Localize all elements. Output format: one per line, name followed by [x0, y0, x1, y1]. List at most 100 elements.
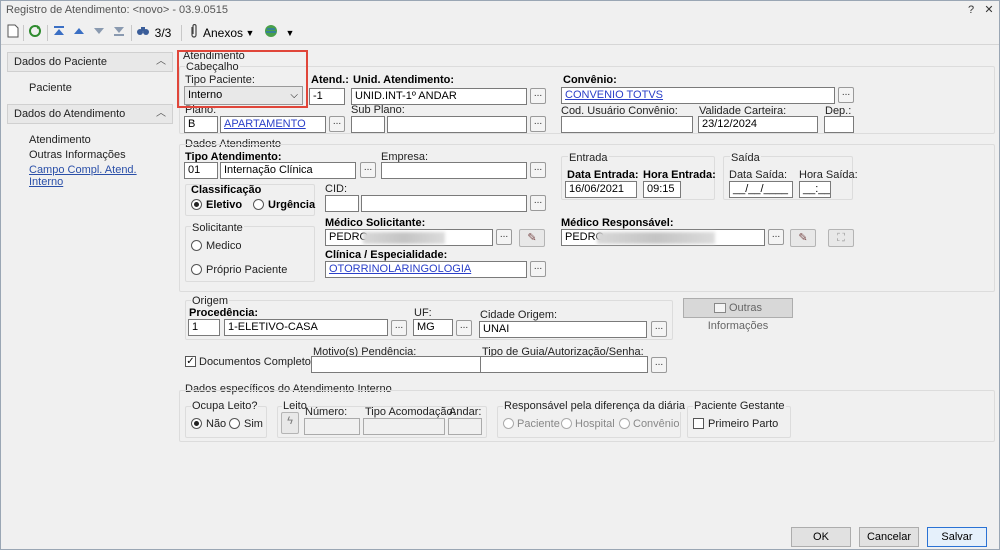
validade-field[interactable]: 23/12/2024 — [698, 116, 818, 133]
tipo-guia-field[interactable] — [480, 356, 648, 373]
globe-dropdown-icon[interactable]: ▼ — [285, 24, 295, 42]
plano-lookup-button[interactable]: ... — [329, 116, 345, 132]
empresa-lookup-button[interactable]: ... — [530, 162, 546, 178]
close-button[interactable]: ✕ — [981, 3, 997, 17]
convenio-lookup-button[interactable]: ... — [838, 87, 854, 103]
sub-plano-code-field[interactable] — [351, 116, 385, 133]
cancelar-button[interactable]: Cancelar — [859, 527, 919, 547]
anexos-button[interactable]: Anexos — [203, 24, 243, 42]
toolbar: 3/3 Anexos ▼ ▼ — [1, 21, 999, 45]
tipo-acomodacao-field[interactable] — [363, 418, 445, 435]
cod-usuario-field[interactable] — [561, 116, 693, 133]
redacted-name — [597, 232, 715, 244]
resp-convenio-radio[interactable] — [619, 418, 630, 429]
cidade-origem-field[interactable]: UNAI — [479, 321, 647, 338]
cid-field[interactable] — [361, 195, 527, 212]
empresa-field[interactable] — [381, 162, 527, 179]
plano-code-field[interactable]: B — [184, 116, 218, 133]
hora-entrada-field[interactable]: 09:15 — [643, 181, 681, 198]
data-saida-field[interactable]: __/__/____ — [729, 181, 793, 198]
sidebar-item-atendimento[interactable]: Atendimento — [29, 134, 91, 146]
urgencia-radio[interactable] — [253, 199, 264, 210]
eletivo-radio[interactable] — [191, 199, 202, 210]
next-record-icon[interactable] — [91, 24, 107, 42]
numero-field[interactable] — [304, 418, 360, 435]
unid-atendimento-label: Unid. Atendimento: — [353, 74, 455, 86]
andar-label: Andar: — [449, 406, 482, 418]
title-bar: Registro de Atendimento: <novo> - 03.9.0… — [1, 1, 999, 19]
hora-saida-field[interactable]: __:__ — [799, 181, 831, 198]
sidebar-section-atendimento[interactable]: Dados do Atendimento ︿ — [7, 104, 173, 124]
proprio-paciente-radio[interactable] — [191, 264, 202, 275]
signature-pen-icon[interactable]: ✎ — [519, 229, 545, 247]
sidebar-item-outras[interactable]: Outras Informações — [29, 149, 126, 161]
atend-field[interactable]: -1 — [309, 88, 345, 105]
uf-field[interactable]: MG — [413, 319, 453, 336]
collapse-chevron-icon[interactable]: ︿ — [156, 105, 166, 123]
resp-hospital-radio[interactable] — [561, 418, 572, 429]
cid-code-field[interactable] — [325, 195, 359, 212]
solicitante-heading: Solicitante — [191, 222, 244, 234]
procedencia-lookup-button[interactable]: ... — [391, 320, 407, 336]
sidebar: Dados do Paciente ︿ Paciente Dados do Ate… — [5, 48, 173, 548]
signature-pen-icon[interactable]: ✎ — [790, 229, 816, 247]
tipo-acomodacao-label: Tipo Acomodação: — [365, 406, 456, 418]
sub-plano-lookup-button[interactable]: ... — [530, 116, 546, 132]
data-entrada-field[interactable]: 16/06/2021 — [565, 181, 637, 198]
primeiro-parto-checkbox[interactable] — [693, 418, 704, 429]
urgencia-label: Urgência — [268, 199, 316, 211]
clinica-lookup-button[interactable]: ... — [530, 261, 546, 277]
classificacao-label: Classificação — [191, 184, 262, 196]
paperclip-icon[interactable] — [187, 23, 201, 42]
stamp-icon[interactable]: ⛶ — [828, 229, 854, 247]
medico-solicitante-lookup-button[interactable]: ... — [496, 229, 512, 245]
uf-lookup-button[interactable]: ... — [456, 320, 472, 336]
refresh-icon[interactable] — [27, 24, 43, 42]
salvar-button[interactable]: Salvar — [927, 527, 987, 547]
registro-atendimento-window: Registro de Atendimento: <novo> - 03.9.0… — [0, 0, 1000, 550]
anexos-dropdown-icon[interactable]: ▼ — [245, 24, 255, 42]
unid-atendimento-field[interactable]: UNID.INT-1º ANDAR — [351, 88, 527, 105]
ocupa-leito-sim-radio[interactable] — [229, 418, 240, 429]
resp-paciente-label: Paciente — [517, 418, 560, 430]
new-document-icon[interactable] — [5, 24, 21, 42]
medico-radio[interactable] — [191, 240, 202, 251]
entrada-heading: Entrada — [568, 152, 609, 164]
eletivo-label: Eletivo — [206, 199, 243, 211]
previous-record-icon[interactable] — [71, 24, 87, 42]
tipo-atendimento-field[interactable]: Internação Clínica — [220, 162, 356, 179]
tipo-atendimento-code-field[interactable]: 01 — [184, 162, 218, 179]
sub-plano-field[interactable] — [387, 116, 527, 133]
cidade-lookup-button[interactable]: ... — [651, 321, 667, 337]
collapse-chevron-icon[interactable]: ︿ — [156, 53, 166, 71]
convenio-field[interactable]: CONVENIO TOTVS — [561, 87, 835, 104]
plano-field[interactable]: APARTAMENTO — [220, 116, 326, 133]
documentos-completos-checkbox[interactable]: ✓ — [185, 356, 196, 367]
cid-lookup-button[interactable]: ... — [530, 195, 546, 211]
dep-field[interactable] — [824, 116, 854, 133]
tipo-guia-lookup-button[interactable]: ... — [651, 357, 667, 373]
search-binoculars-icon[interactable] — [135, 24, 151, 42]
andar-field[interactable] — [448, 418, 482, 435]
first-record-icon[interactable] — [51, 24, 67, 42]
medico-solicitante-label: Médico Solicitante: — [325, 217, 426, 229]
globe-icon[interactable] — [263, 24, 279, 42]
outras-informacoes-button[interactable]: Outras Informações — [683, 298, 793, 332]
sidebar-item-paciente[interactable]: Paciente — [29, 82, 72, 94]
ocupa-leito-nao-radio[interactable] — [191, 418, 202, 429]
data-entrada-label: Data Entrada: — [567, 169, 639, 181]
last-record-icon[interactable] — [111, 24, 127, 42]
resp-paciente-radio[interactable] — [503, 418, 514, 429]
sidebar-item-campo-compl[interactable]: Campo Compl. Atend. Interno — [29, 164, 173, 188]
medico-responsavel-lookup-button[interactable]: ... — [768, 229, 784, 245]
ok-button[interactable]: OK — [791, 527, 851, 547]
procedencia-code-field[interactable]: 1 — [188, 319, 220, 336]
record-counter: 3/3 — [154, 26, 172, 40]
unid-lookup-button[interactable]: ... — [530, 88, 546, 104]
help-button[interactable]: ? — [963, 3, 979, 17]
procedencia-field[interactable]: 1-ELETIVO-CASA — [224, 319, 388, 336]
sidebar-section-paciente[interactable]: Dados do Paciente ︿ — [7, 52, 173, 72]
leito-lightning-icon[interactable]: ϟ — [281, 412, 299, 434]
clinica-field[interactable]: OTORRINOLARINGOLOGIA — [325, 261, 527, 278]
tipo-atendimento-lookup-button[interactable]: ... — [360, 162, 376, 178]
